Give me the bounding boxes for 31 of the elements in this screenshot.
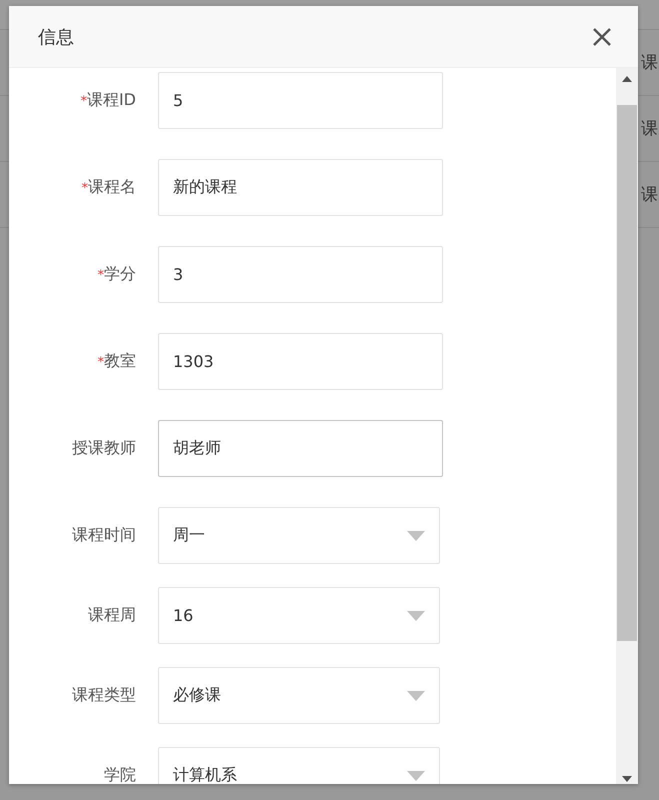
scroll-up-icon[interactable] — [622, 76, 632, 82]
field-label: 学院 — [103, 765, 136, 784]
field-label: 课程类型 — [71, 685, 136, 706]
caret-icon — [407, 530, 425, 540]
table-cell-text: 课 — [641, 52, 659, 74]
field-label: 课程时间 — [71, 525, 136, 546]
input-field[interactable]: 1303 — [158, 333, 443, 390]
field-label: 授课教师 — [71, 438, 136, 459]
dropdown[interactable]: 周一 — [158, 507, 440, 564]
caret-icon — [407, 610, 425, 620]
field-label: *学分 — [96, 264, 136, 285]
caret-icon — [407, 690, 425, 700]
scrollbar[interactable] — [616, 68, 638, 784]
scroll-down-icon[interactable] — [622, 776, 632, 782]
dropdown[interactable]: 计算机系 — [158, 747, 440, 784]
scrollbar-thumb[interactable] — [617, 105, 637, 641]
input-field[interactable]: 3 — [158, 246, 443, 303]
close-icon[interactable] — [592, 26, 612, 46]
dropdown[interactable]: 必修课 — [158, 667, 440, 724]
field-label: 课程周 — [87, 605, 136, 626]
table-cell-text: 课 — [641, 184, 659, 206]
field-label: *课程ID — [79, 90, 136, 111]
field-label: *课程名 — [80, 177, 136, 198]
input-field[interactable]: 5 — [158, 72, 443, 129]
input-field[interactable]: 新的课程 — [158, 159, 443, 216]
dropdown[interactable]: 16 — [158, 587, 440, 644]
input-field[interactable]: 胡老师 — [158, 420, 443, 477]
field-label: *教室 — [96, 351, 136, 372]
dialog-title: 信息 — [38, 26, 74, 48]
table-cell-text: 课 — [641, 118, 659, 140]
caret-icon — [407, 770, 425, 780]
